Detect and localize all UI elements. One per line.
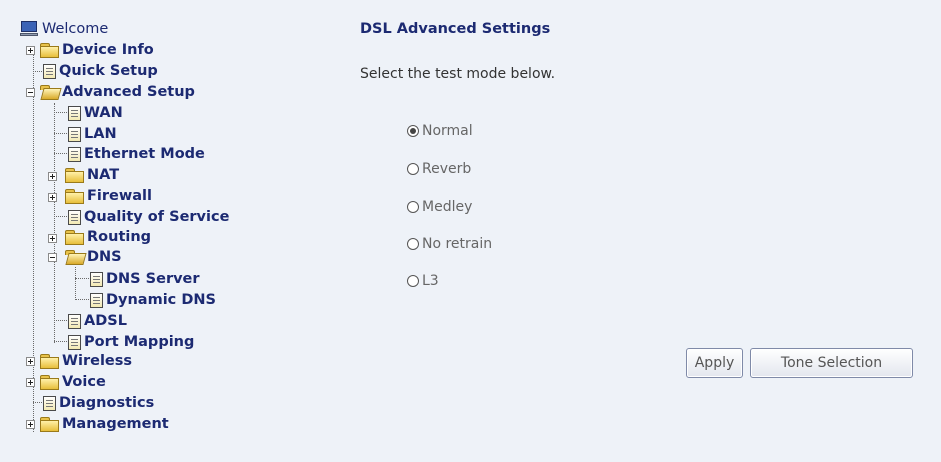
document-icon <box>68 334 81 350</box>
tree-item-nat[interactable]: NAT <box>65 165 119 185</box>
document-icon <box>90 271 103 287</box>
tone-selection-button[interactable]: Tone Selection <box>750 348 913 378</box>
tree-item-dns[interactable]: DNS <box>65 247 122 267</box>
tree-item-welcome[interactable]: Welcome <box>20 19 108 39</box>
radio-label: Normal <box>422 123 473 139</box>
folder-icon <box>65 189 84 204</box>
tree-connector <box>54 112 67 113</box>
apply-button[interactable]: Apply <box>686 348 743 378</box>
radio-option-l3[interactable]: L3 <box>407 272 439 290</box>
tree-item-lan[interactable]: LAN <box>68 124 117 144</box>
tree-connector <box>54 103 55 343</box>
document-icon <box>68 146 81 162</box>
radio-button[interactable] <box>407 201 419 213</box>
tree-item-wan[interactable]: WAN <box>68 103 123 123</box>
document-icon <box>68 313 81 329</box>
document-icon <box>90 292 103 308</box>
document-icon <box>68 105 81 121</box>
radio-option-reverb[interactable]: Reverb <box>407 160 471 178</box>
tree-item-firewall[interactable]: Firewall <box>65 186 152 206</box>
radio-option-normal[interactable]: Normal <box>407 122 473 140</box>
tree-connector <box>75 299 89 300</box>
folder-icon <box>40 43 59 58</box>
expand-icon[interactable] <box>26 420 35 429</box>
tree-connector <box>33 71 42 72</box>
tree-item-wireless[interactable]: Wireless <box>40 351 132 371</box>
expand-icon[interactable] <box>48 193 57 202</box>
tree-connector <box>54 216 67 217</box>
tree-item-port-mapping[interactable]: Port Mapping <box>68 332 194 352</box>
tree-item-quality-of-service[interactable]: Quality of Service <box>68 207 229 227</box>
open-folder-icon <box>40 85 59 99</box>
expand-icon[interactable] <box>26 357 35 366</box>
tree-item-routing[interactable]: Routing <box>65 227 151 247</box>
collapse-icon[interactable] <box>48 253 57 262</box>
tree-connector <box>54 153 67 154</box>
nav-tree: Welcome Device Info Quick Setup Advanced… <box>0 0 340 462</box>
folder-icon <box>65 168 84 183</box>
page-instructions: Select the test mode below. <box>360 66 556 82</box>
open-folder-icon <box>65 250 84 264</box>
tree-connector <box>54 341 67 342</box>
radio-option-no-retrain[interactable]: No retrain <box>407 235 492 253</box>
tree-connector <box>33 48 34 432</box>
tree-item-dns-server[interactable]: DNS Server <box>90 269 200 289</box>
tree-item-advanced-setup[interactable]: Advanced Setup <box>40 82 195 102</box>
tree-connector <box>33 402 42 403</box>
radio-button[interactable] <box>407 125 419 137</box>
radio-button[interactable] <box>407 238 419 250</box>
document-icon <box>43 63 56 79</box>
folder-icon <box>65 230 84 245</box>
expand-icon[interactable] <box>48 172 57 181</box>
radio-button[interactable] <box>407 163 419 175</box>
folder-icon <box>40 417 59 432</box>
radio-button[interactable] <box>407 275 419 287</box>
expand-icon[interactable] <box>26 46 35 55</box>
tree-connector <box>54 320 67 321</box>
tree-connector <box>75 267 76 300</box>
tree-item-diagnostics[interactable]: Diagnostics <box>43 393 154 413</box>
tree-item-quick-setup[interactable]: Quick Setup <box>43 61 158 81</box>
page-title: DSL Advanced Settings <box>360 21 551 37</box>
tree-item-adsl[interactable]: ADSL <box>68 311 127 331</box>
expand-icon[interactable] <box>48 234 57 243</box>
tree-item-device-info[interactable]: Device Info <box>40 40 154 60</box>
collapse-icon[interactable] <box>26 88 35 97</box>
document-icon <box>68 126 81 142</box>
document-icon <box>68 209 81 225</box>
radio-label: Medley <box>422 199 473 215</box>
computer-icon <box>20 21 39 37</box>
expand-icon[interactable] <box>26 378 35 387</box>
radio-label: No retrain <box>422 236 493 252</box>
radio-option-medley[interactable]: Medley <box>407 198 472 216</box>
tree-item-dynamic-dns[interactable]: Dynamic DNS <box>90 290 216 310</box>
tree-item-voice[interactable]: Voice <box>40 372 106 392</box>
document-icon <box>43 395 56 411</box>
tree-connector <box>54 133 67 134</box>
tree-connector <box>75 278 89 279</box>
radio-label: L3 <box>422 273 439 289</box>
folder-icon <box>40 354 59 369</box>
radio-label: Reverb <box>422 161 472 177</box>
folder-icon <box>40 375 59 390</box>
tree-item-management[interactable]: Management <box>40 414 169 434</box>
tree-item-ethernet-mode[interactable]: Ethernet Mode <box>68 144 205 164</box>
